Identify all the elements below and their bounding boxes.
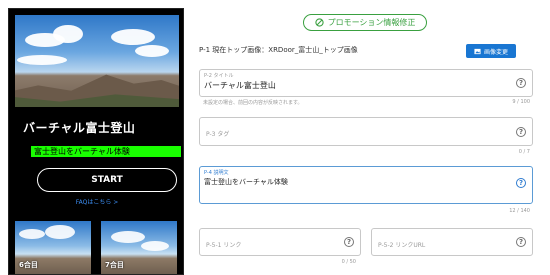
- title-field-label: P-2 タイトル: [204, 73, 234, 79]
- start-button[interactable]: START: [37, 168, 177, 192]
- link-field[interactable]: P-5-1 リンク ?: [199, 228, 361, 256]
- preview-title: バーチャル富士登山: [23, 121, 136, 135]
- link-url-field-placeholder: P-5-2 リンクURL: [378, 242, 426, 249]
- help-icon[interactable]: ?: [344, 237, 354, 247]
- title-field[interactable]: P-2 タイトル バーチャル富士登山 ?: [199, 69, 533, 97]
- description-field-counter: 12 / 140: [509, 208, 530, 214]
- title-field-value: バーチャル富士登山: [204, 81, 276, 90]
- thumbnail-label: 6合目: [19, 261, 38, 269]
- description-field-label: P-4 説明文: [204, 170, 229, 176]
- title-field-hint: 未設定の場合、前回の内容が反映されます。: [203, 100, 303, 106]
- help-icon[interactable]: ?: [516, 127, 526, 137]
- description-field-value: 富士登山をバーチャル体験: [204, 178, 288, 186]
- link-field-placeholder: P-5-1 リンク: [206, 242, 242, 249]
- preview-badge: 富士登山をバーチャル体験: [31, 146, 181, 157]
- help-icon[interactable]: ?: [516, 237, 526, 247]
- change-image-button[interactable]: 画像変更: [466, 44, 516, 58]
- preview-panel: バーチャル富士登山 富士登山をバーチャル体験 START FAQはこちら > 6…: [8, 8, 184, 275]
- current-top-image-label: P-1 現在トップ画像：XRDoor_富士山_トップ画像: [199, 46, 358, 54]
- hero-image: [15, 15, 179, 107]
- change-image-label: 画像変更: [483, 48, 508, 56]
- description-field[interactable]: P-4 説明文 富士登山をバーチャル体験 ?: [199, 166, 533, 204]
- title-field-counter: 9 / 100: [512, 99, 530, 105]
- link-url-field[interactable]: P-5-2 リンクURL ?: [371, 228, 533, 256]
- faq-link[interactable]: FAQはこちら >: [9, 197, 183, 206]
- link-field-counter: 0 / 50: [341, 259, 356, 265]
- cancel-circle-icon: [314, 18, 324, 27]
- tag-field-counter: 0 / 7: [518, 149, 530, 155]
- promo-edit-chip[interactable]: プロモーション情報修正: [303, 14, 427, 31]
- thumbnail-7gome[interactable]: 7合目: [101, 221, 177, 274]
- thumbnail-6gome[interactable]: 6合目: [15, 221, 91, 274]
- thumbnail-label: 7合目: [105, 261, 124, 269]
- promo-label: プロモーション情報修正: [327, 18, 416, 27]
- help-icon[interactable]: ?: [516, 78, 526, 88]
- tag-field-placeholder: P-3 タグ: [206, 131, 230, 138]
- tag-field[interactable]: P-3 タグ ?: [199, 117, 533, 146]
- image-icon: [474, 48, 481, 54]
- help-icon[interactable]: ?: [516, 178, 526, 188]
